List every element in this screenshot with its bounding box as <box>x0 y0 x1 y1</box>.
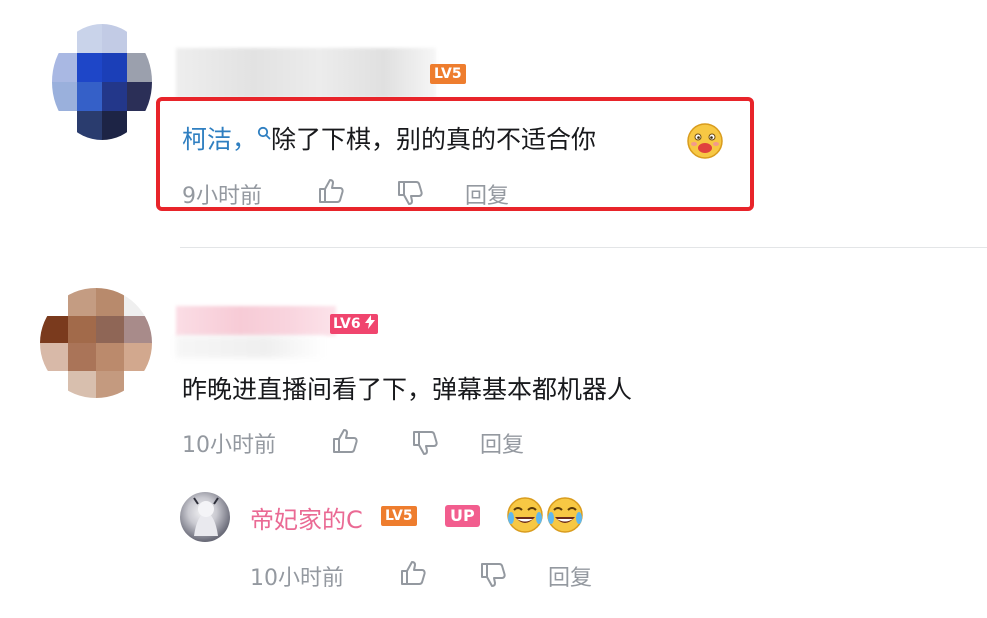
timestamp: 10小时前 <box>182 433 276 458</box>
level-badge: LV5 <box>430 64 466 84</box>
crying-laughing-emoji <box>507 497 543 533</box>
thumbs-down-icon[interactable] <box>478 560 508 590</box>
username-blurred[interactable] <box>176 48 436 98</box>
reply-avatar[interactable] <box>180 492 230 542</box>
username-blurred[interactable] <box>176 306 336 336</box>
lightning-icon <box>365 315 376 329</box>
level-badge: LV6 <box>330 314 379 334</box>
up-badge: UP <box>445 505 480 527</box>
reply-button[interactable]: 回复 <box>480 427 524 459</box>
avatar[interactable] <box>52 24 152 140</box>
comment-body: 昨晚进直播间看了下，弹幕基本都机器人 <box>182 375 633 404</box>
thumbs-down-icon[interactable] <box>410 428 440 458</box>
thumbs-up-icon[interactable] <box>398 558 428 588</box>
highlight-box <box>156 97 754 211</box>
divider <box>180 247 987 248</box>
avatar[interactable] <box>40 288 152 398</box>
reply-button[interactable]: 回复 <box>548 560 592 592</box>
crying-laughing-emoji <box>547 497 583 533</box>
reply-username[interactable]: 帝妃家的C <box>250 500 363 535</box>
timestamp: 10小时前 <box>250 566 344 591</box>
username-shadow <box>176 336 326 358</box>
thumbs-up-icon[interactable] <box>330 426 360 456</box>
level-badge: LV5 <box>381 506 417 526</box>
